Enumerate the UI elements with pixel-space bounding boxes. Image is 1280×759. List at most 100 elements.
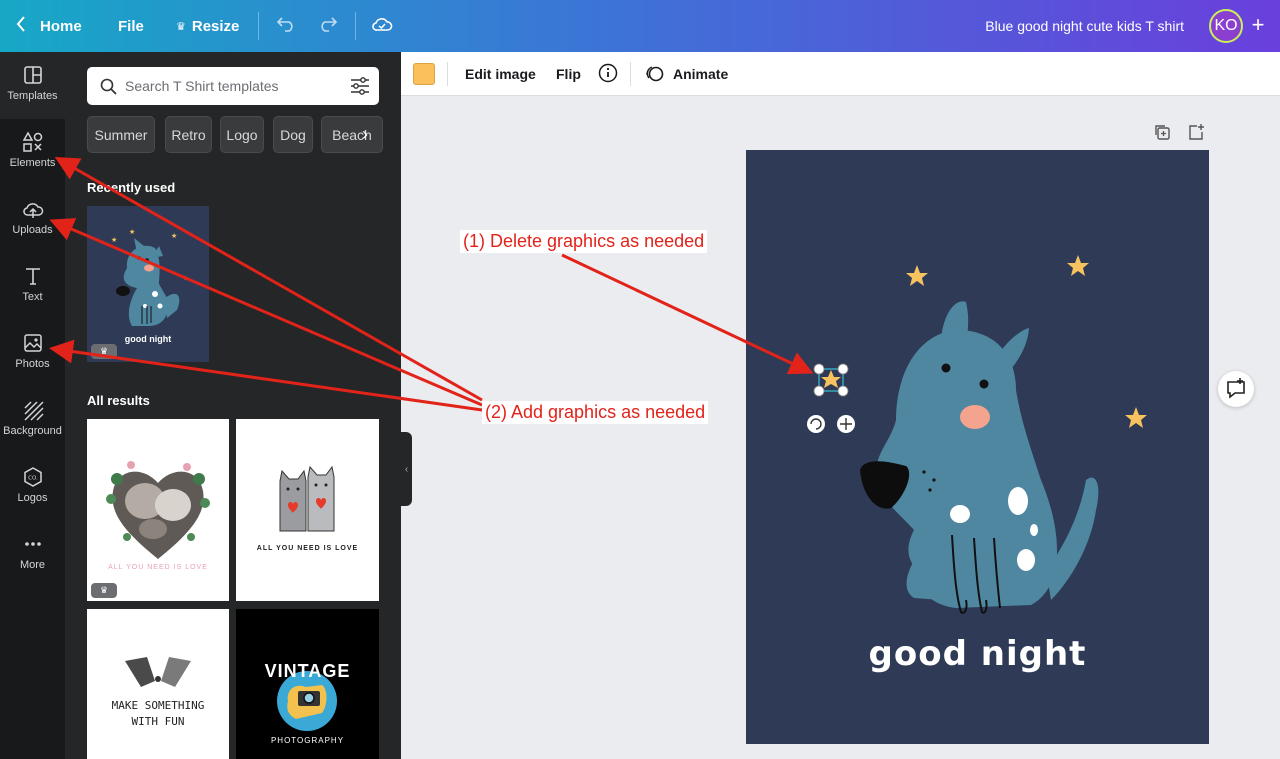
search-icon xyxy=(100,78,117,95)
add-comment-button[interactable] xyxy=(1218,371,1254,407)
template-thumb-make-something[interactable]: MAKE SOMETHING WITH FUN xyxy=(87,609,229,759)
logos-icon: CO. xyxy=(23,467,42,487)
edit-image-button[interactable]: Edit image xyxy=(465,52,536,96)
star-icon xyxy=(1067,255,1089,276)
thumb-subtitle: PHOTOGRAPHY xyxy=(270,736,345,745)
crown-badge: ♛ xyxy=(91,583,117,598)
rail-item-background[interactable]: Background xyxy=(0,387,65,454)
save-status-button[interactable] xyxy=(371,0,393,52)
filter-icon[interactable] xyxy=(350,77,370,95)
chip-retro[interactable]: Retro xyxy=(165,116,212,153)
photos-icon xyxy=(23,334,42,352)
rail-item-uploads[interactable]: Uploads xyxy=(0,186,65,253)
rail-item-text[interactable]: Text xyxy=(0,253,65,320)
home-label: Home xyxy=(40,17,82,35)
design-canvas[interactable]: good night xyxy=(746,150,1209,744)
svg-text:★: ★ xyxy=(171,232,177,240)
chevron-right-icon[interactable]: › xyxy=(362,124,368,145)
chevron-left-icon xyxy=(16,16,26,36)
more-icon xyxy=(24,542,41,546)
two-cats-illustration xyxy=(279,465,335,532)
collapse-panel-button[interactable]: ‹ xyxy=(401,432,412,506)
rail-label: Logos xyxy=(17,492,48,504)
template-thumb-good-night[interactable]: ★ ★ ★ ★ good night ♛ xyxy=(87,206,209,362)
design-caption[interactable]: good night xyxy=(746,634,1209,674)
templates-icon xyxy=(23,66,42,84)
chip-summer[interactable]: Summer xyxy=(87,116,155,153)
recently-used-heading: Recently used xyxy=(87,180,176,195)
add-page-icon xyxy=(1189,124,1204,140)
left-rail: Templates Elements Uploads Text Photos B… xyxy=(0,52,65,759)
rail-label: Text xyxy=(22,291,43,303)
uploads-icon xyxy=(22,203,43,218)
rail-label: Uploads xyxy=(12,224,53,236)
rail-item-templates[interactable]: Templates xyxy=(0,52,65,119)
thumb-title: VINTAGE xyxy=(264,661,351,681)
chip-logo[interactable]: Logo xyxy=(220,116,264,153)
star-icon xyxy=(906,265,928,286)
flip-button[interactable]: Flip xyxy=(556,52,581,96)
chip-dog[interactable]: Dog xyxy=(273,116,313,153)
template-thumb-cats-love[interactable]: ALL YOU NEED IS LOVE xyxy=(236,419,379,601)
duplicate-icon xyxy=(1155,125,1170,140)
background-icon xyxy=(23,401,44,421)
search-box[interactable] xyxy=(87,67,379,105)
undo-icon xyxy=(276,16,296,36)
context-toolbar: Edit image Flip Animate xyxy=(401,52,1280,96)
rail-item-logos[interactable]: CO. Logos xyxy=(0,454,65,521)
home-button[interactable]: Home xyxy=(16,0,82,52)
paintbrush-illustration xyxy=(125,657,191,687)
rail-label: More xyxy=(19,559,46,571)
redo-icon xyxy=(318,16,338,36)
rail-item-photos[interactable]: Photos xyxy=(0,320,65,387)
chip-beach[interactable]: Beach xyxy=(321,116,383,153)
svg-text:★: ★ xyxy=(183,275,188,282)
star-icon xyxy=(1125,407,1147,428)
suggestion-chips: Summer Retro Logo Dog Beach xyxy=(87,116,387,154)
divider xyxy=(630,62,631,86)
undo-button[interactable] xyxy=(276,0,296,52)
search-input[interactable] xyxy=(125,78,335,94)
rail-label: Templates xyxy=(7,90,58,102)
duplicate-page-button[interactable] xyxy=(1153,123,1171,141)
crown-icon: ♛ xyxy=(176,20,186,33)
rail-item-elements[interactable]: Elements xyxy=(0,119,65,186)
redo-button[interactable] xyxy=(318,0,338,52)
rail-item-more[interactable]: More xyxy=(0,521,65,588)
animate-icon xyxy=(645,64,665,84)
annotation-add-graphics: (2) Add graphics as needed xyxy=(482,401,709,424)
file-menu-button[interactable]: File xyxy=(118,0,144,52)
resize-label: Resize xyxy=(191,17,240,35)
add-page-button[interactable] xyxy=(1187,123,1205,141)
chevron-left-icon: ‹ xyxy=(404,463,409,475)
thumb-caption-line-1: MAKE SOMETHING xyxy=(111,699,205,712)
crown-icon: ♛ xyxy=(99,346,109,356)
template-thumb-cat-heart[interactable]: ALL YOU NEED IS LOVE ♛ xyxy=(87,419,229,601)
template-thumb-vintage[interactable]: VINTAGE PHOTOGRAPHY xyxy=(236,609,379,759)
document-title[interactable]: Blue good night cute kids T shirt xyxy=(985,0,1184,52)
divider xyxy=(355,12,356,40)
all-results-heading: All results xyxy=(87,393,150,408)
resize-button[interactable]: ♛ Resize xyxy=(176,0,239,52)
crown-icon: ♛ xyxy=(99,585,109,595)
crown-badge: ♛ xyxy=(91,344,117,359)
divider xyxy=(258,12,259,40)
annotation-delete-graphics: (1) Delete graphics as needed xyxy=(460,230,708,253)
rail-label: Elements xyxy=(9,157,56,169)
color-swatch-button[interactable] xyxy=(413,63,435,85)
avatar[interactable]: KO xyxy=(1209,9,1243,43)
info-button[interactable] xyxy=(598,52,618,96)
info-icon xyxy=(598,63,618,86)
rail-label: Background xyxy=(3,425,62,437)
thumb-caption: ALL YOU NEED IS LOVE xyxy=(108,564,208,571)
svg-text:★: ★ xyxy=(111,236,117,244)
divider xyxy=(447,62,448,86)
star-icon xyxy=(821,370,841,388)
svg-text:★: ★ xyxy=(129,228,135,236)
templates-panel: Summer Retro Logo Dog Beach › Recently u… xyxy=(65,52,401,759)
plus-icon: + xyxy=(1251,12,1265,37)
thumb-caption: ALL YOU NEED IS LOVE xyxy=(256,545,359,552)
cloud-check-icon xyxy=(371,16,393,36)
animate-button[interactable]: Animate xyxy=(645,52,728,96)
share-add-button[interactable]: + xyxy=(1247,14,1269,36)
